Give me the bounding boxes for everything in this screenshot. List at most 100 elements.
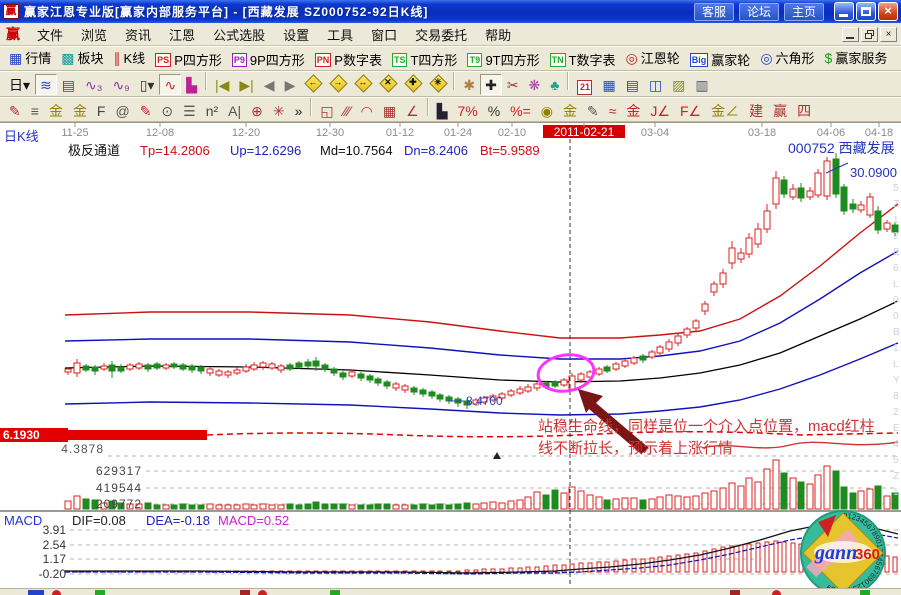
first-bar-button[interactable]: |◀: [210, 74, 234, 95]
gann-wheel-button[interactable]: ◎江恩轮: [621, 47, 685, 68]
arc-tool[interactable]: ◠: [356, 101, 378, 122]
candles-layer: [65, 153, 898, 409]
gann-fan-tool[interactable]: ⁄⁄⁄: [339, 101, 356, 122]
percent-lines-tool[interactable]: %=: [505, 101, 536, 122]
seven-percent-tool[interactable]: 7%: [452, 101, 482, 122]
zoom-left-button[interactable]: ←: [300, 72, 325, 93]
maximize-button[interactable]: [856, 2, 876, 21]
j-line-tool[interactable]: J∠: [645, 101, 675, 122]
dense-lines-tool[interactable]: ☰: [178, 101, 201, 122]
zoom-out-button[interactable]: ✳: [425, 72, 450, 93]
menu-window[interactable]: 窗口: [362, 26, 406, 45]
build-tool[interactable]: 建: [744, 101, 768, 122]
crosshair-tool-button[interactable]: ✚: [480, 74, 502, 95]
menu-settings[interactable]: 设置: [274, 26, 318, 45]
zoom-horizontal-button[interactable]: ↔: [350, 72, 375, 93]
chart3-button[interactable]: ∿₃: [80, 74, 107, 95]
calendar-button[interactable]: 21: [572, 77, 597, 98]
homepage-button[interactable]: 主页: [784, 3, 824, 21]
color-histogram-button[interactable]: ▙: [181, 74, 202, 95]
time-cycle-tool[interactable]: ⊙: [156, 101, 178, 122]
text-tool[interactable]: A|: [223, 101, 246, 122]
minimize-button[interactable]: [834, 2, 854, 21]
t-square-button[interactable]: TST四方形: [387, 49, 462, 70]
hash-lines-tool[interactable]: ≡: [26, 101, 44, 122]
cut-tool-button[interactable]: ✂: [502, 74, 524, 95]
t-number-table-button[interactable]: TNT数字表: [545, 49, 621, 70]
menu-trade[interactable]: 交易委托: [406, 26, 476, 45]
hand-tool-button[interactable]: ✱: [458, 74, 480, 95]
winner-wheel-button[interactable]: Big赢家轮: [685, 49, 756, 70]
more-tools-button[interactable]: »: [290, 101, 308, 122]
grid-tool[interactable]: ▦: [378, 101, 401, 122]
menu-help[interactable]: 帮助: [476, 26, 520, 45]
target-tool[interactable]: ⊕: [246, 101, 268, 122]
wave-tool[interactable]: ≈: [604, 101, 622, 122]
forum-button[interactable]: 论坛: [739, 3, 779, 21]
pencil-tool[interactable]: ✎: [4, 101, 26, 122]
menu-browse[interactable]: 浏览: [72, 26, 116, 45]
f-lines-tool[interactable]: F: [92, 101, 111, 122]
period-selector[interactable]: 日▾: [4, 74, 35, 95]
sectors-button[interactable]: ▩板块: [56, 47, 108, 68]
menu-gann[interactable]: 江恩: [160, 26, 204, 45]
watermark-char: Y: [893, 375, 900, 386]
four-tool[interactable]: 四: [792, 101, 816, 122]
9p-square-button[interactable]: P99P四方形: [227, 49, 310, 70]
winner-service-button[interactable]: $赢家服务: [820, 47, 893, 68]
mdi-restore-button[interactable]: [861, 27, 878, 42]
menu-formula-stockpick[interactable]: 公式选股: [204, 26, 274, 45]
angle-lines-tool[interactable]: ∠: [401, 101, 424, 122]
zoom-in-button[interactable]: ✚: [400, 72, 425, 93]
watermark-char: 0: [893, 311, 899, 322]
mdi-close-button[interactable]: ×: [880, 27, 897, 42]
p-number-table-button[interactable]: PNP数字表: [310, 49, 387, 70]
market-quotes-button[interactable]: ▦行情: [4, 47, 56, 68]
customer-service-button[interactable]: 客服: [694, 3, 734, 21]
hexagon-button[interactable]: ◎六角形: [755, 47, 819, 68]
menu-file[interactable]: 文件: [28, 26, 72, 45]
spiral-tool[interactable]: @: [110, 101, 134, 122]
histogram-tool[interactable]: ▙: [432, 101, 453, 122]
kline-button[interactable]: ∥K线: [109, 47, 151, 68]
save-button[interactable]: ◫: [644, 74, 667, 95]
gold-box-tool[interactable]: 金: [621, 101, 645, 122]
win-tool[interactable]: 赢: [768, 101, 792, 122]
menu-info[interactable]: 资讯: [116, 26, 160, 45]
f-line-tool[interactable]: F∠: [675, 101, 706, 122]
clover-tool-button[interactable]: ♣: [545, 74, 564, 95]
zigzag-button[interactable]: ∿: [159, 74, 181, 95]
golden-section-tool-1[interactable]: 金: [44, 101, 68, 122]
calculator-button[interactable]: ▦: [597, 74, 620, 95]
prev-bar-button[interactable]: ◀: [259, 74, 280, 95]
golden-section-tool-2[interactable]: 金: [68, 101, 92, 122]
next-bar-button[interactable]: ▶: [280, 74, 301, 95]
computer-button[interactable]: ▥: [690, 74, 713, 95]
gold-lines-tool[interactable]: 金: [558, 101, 582, 122]
gold-circle-tool[interactable]: ◉: [536, 101, 558, 122]
small-pencil-tool[interactable]: ✎: [582, 101, 604, 122]
overlap-chart-button[interactable]: ≋: [35, 74, 57, 95]
hash-lines-tool-icon: ≡: [31, 104, 39, 118]
macd-histogram-bar: [667, 556, 671, 572]
zoom-diagonal-button[interactable]: ✕: [375, 72, 400, 93]
gold-angle-tool[interactable]: 金∠: [706, 101, 744, 122]
last-bar-button[interactable]: ▶|: [234, 74, 258, 95]
ruler-pencil-tool[interactable]: ✎: [135, 101, 157, 122]
box-select-tool[interactable]: ◱: [315, 101, 338, 122]
9t-square-button[interactable]: T99T四方形: [462, 49, 544, 70]
chart9-button[interactable]: ∿₉: [107, 74, 134, 95]
menu-tools[interactable]: 工具: [318, 26, 362, 45]
notepad-button[interactable]: ▤: [621, 74, 644, 95]
star-tool[interactable]: ✳: [268, 101, 290, 122]
flower-tool-button[interactable]: ❋: [524, 74, 546, 95]
mdi-minimize-button[interactable]: [842, 27, 859, 42]
n-square-tool[interactable]: n²: [201, 101, 223, 122]
candle-style-button[interactable]: ▯▾: [135, 74, 160, 95]
info-panel-button[interactable]: ▤: [57, 74, 80, 95]
close-button[interactable]: ×: [878, 2, 898, 21]
percent-tool[interactable]: %: [483, 101, 505, 122]
zoom-right-button[interactable]: →: [325, 72, 350, 93]
export-image-button[interactable]: ▨: [667, 74, 690, 95]
p-square-button[interactable]: PSP四方形: [150, 49, 227, 70]
